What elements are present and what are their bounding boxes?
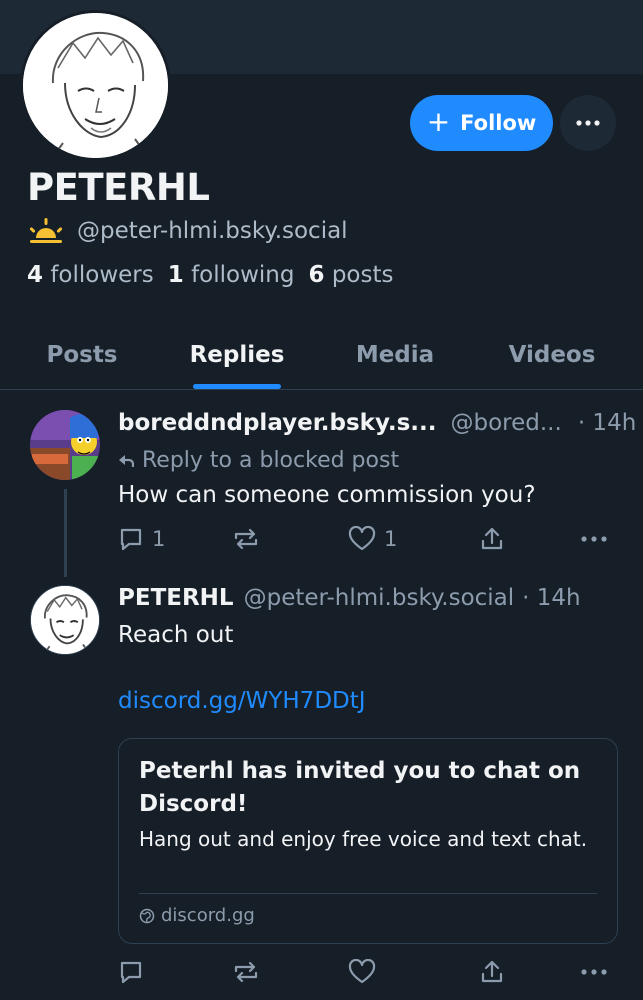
link-card-description: Hang out and enjoy free voice and text c… [139,827,588,851]
post-more-button[interactable] [581,969,607,975]
profile-avatar[interactable] [20,10,171,161]
parent-post-meta: boreddndplayer.bsky.s... @bored... · 14h [118,410,636,436]
ellipsis-icon [581,536,607,542]
parent-post-time[interactable]: · 14h [578,410,636,436]
ellipsis-icon [581,969,607,975]
heart-icon [348,959,376,984]
repost-icon [234,528,258,550]
tab-media[interactable]: Media [335,320,455,390]
profile-page: + Follow PETERHL @peter-hlmi.bsky.social… [0,0,643,1000]
share-button[interactable] [480,526,504,552]
like-count: 1 [384,527,398,551]
parent-post-actions: 1 1 [0,522,643,562]
posts-stat: 6 posts [308,262,393,288]
reply-post-text: Reach out [118,622,234,648]
reply-button[interactable] [118,959,144,985]
share-button[interactable] [480,959,504,985]
share-icon [481,527,503,550]
reply-author-handle[interactable]: @peter-hlmi.bsky.social [244,585,515,611]
avatar-sketch-icon [23,13,168,158]
tab-replies[interactable]: Replies [173,320,301,390]
discord-link[interactable]: discord.gg/WYH7DDtJ [118,688,366,714]
cartoon-avatar-icon [30,410,100,480]
link-card[interactable]: Peterhl has invited you to chat on Disco… [118,738,618,944]
share-icon [481,960,503,983]
ellipsis-icon [576,120,600,126]
avatar-sketch-icon [31,586,99,654]
like-button[interactable] [348,959,376,985]
follow-label: Follow [460,111,537,135]
parent-author-avatar[interactable] [30,410,100,480]
repost-button[interactable] [232,959,260,985]
reply-author-name[interactable]: PETERHL [118,585,234,611]
link-card-domain-text: discord.gg [161,905,255,926]
globe-icon [139,908,155,923]
profile-tabs: Posts Replies Media Videos [0,320,643,390]
following-count: 1 [167,262,184,288]
parent-post-text: How can someone commission you? [118,482,536,508]
followers-count: 4 [27,262,44,288]
tab-videos[interactable]: Videos [490,320,614,390]
reply-arrow-icon [119,454,134,467]
posts-count: 6 [308,262,325,288]
profile-handle: @peter-hlmi.bsky.social [77,218,348,244]
posts-label: posts [331,262,394,288]
follow-button[interactable]: + Follow [410,95,553,151]
reply-author-avatar[interactable] [30,585,100,655]
reply-count: 1 [152,527,166,551]
profile-display-name: PETERHL [27,166,210,209]
parent-author-handle[interactable]: @bored... [451,410,562,436]
reply-button[interactable]: 1 [118,526,165,552]
reply-post-meta: PETERHL @peter-hlmi.bsky.social · 14h [118,585,581,611]
link-card-domain: discord.gg [139,905,255,926]
reply-to-note: Reply to a blocked post [118,448,399,473]
reply-to-text: Reply to a blocked post [142,448,400,473]
following-label: following [191,262,295,288]
followers-stat[interactable]: 4 followers [27,262,154,288]
parent-author-name[interactable]: boreddndplayer.bsky.s... [118,410,437,436]
handle-row: @peter-hlmi.bsky.social [27,216,348,246]
post-more-button[interactable] [581,536,607,542]
following-stat[interactable]: 1 following [168,262,295,288]
followers-label: followers [50,262,154,288]
profile-stats: 4 followers 1 following 6 posts [27,262,393,288]
sunrise-icon [29,218,63,243]
link-card-divider [139,893,597,894]
reply-post-time[interactable]: · 14h [522,585,580,611]
like-button[interactable]: 1 [348,526,397,552]
comment-icon [120,528,142,551]
plus-icon: + [426,104,451,138]
link-card-title: Peterhl has invited you to chat on Disco… [139,758,581,817]
comment-icon [120,961,142,984]
reply-post-actions [0,955,643,995]
heart-icon [348,526,376,551]
repost-icon [234,961,258,983]
profile-more-button[interactable] [560,95,616,151]
active-tab-indicator [193,384,281,389]
repost-button[interactable] [232,526,260,552]
tab-posts[interactable]: Posts [20,320,144,390]
